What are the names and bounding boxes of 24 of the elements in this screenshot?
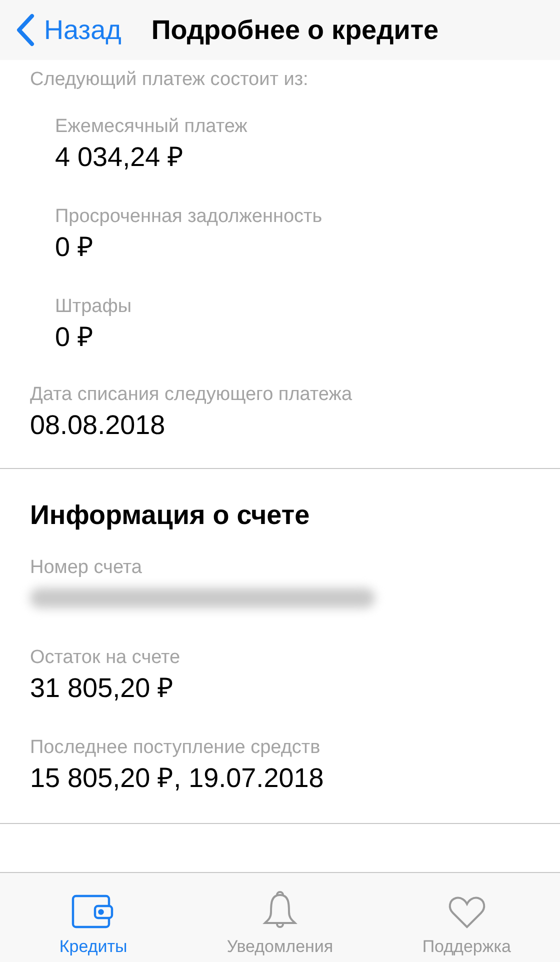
field-label: Просроченная задолженность: [55, 205, 324, 229]
bell-icon: [262, 890, 298, 930]
field-value: 08.08.2018: [30, 409, 166, 442]
tab[interactable]: Уведомления: [186, 873, 374, 962]
field-label: Штрафы: [55, 295, 133, 319]
field-label: Номер счета: [30, 556, 143, 580]
section-heading: Информация о счете: [30, 499, 311, 532]
back-button[interactable]: Назад: [0, 10, 122, 50]
field-value: 4 034,24 ₽: [55, 141, 185, 174]
field-value: 0 ₽: [55, 321, 95, 354]
field-label: Остаток на счете: [30, 646, 182, 670]
tab[interactable]: Кредиты: [0, 873, 187, 962]
field-label: Дата списания следующего платежа: [30, 383, 354, 407]
field-label: Последнее поступление средств: [30, 736, 322, 760]
field-label: Ежемесячный платеж: [55, 115, 248, 139]
screen-title: Подробнее о кредите: [151, 14, 439, 47]
heart-icon: [448, 896, 486, 930]
section-caption: Следующий платеж состоит из:: [30, 68, 310, 92]
field-value: 0 ₽: [55, 231, 95, 264]
field-value: 15 805,20 ₽, 19.07.2018: [30, 762, 325, 795]
tab[interactable]: Поддержка: [373, 873, 560, 962]
wallet-icon: [71, 894, 116, 930]
field-value: 31 805,20 ₽: [30, 672, 175, 705]
chevron-left-icon: [14, 13, 36, 47]
